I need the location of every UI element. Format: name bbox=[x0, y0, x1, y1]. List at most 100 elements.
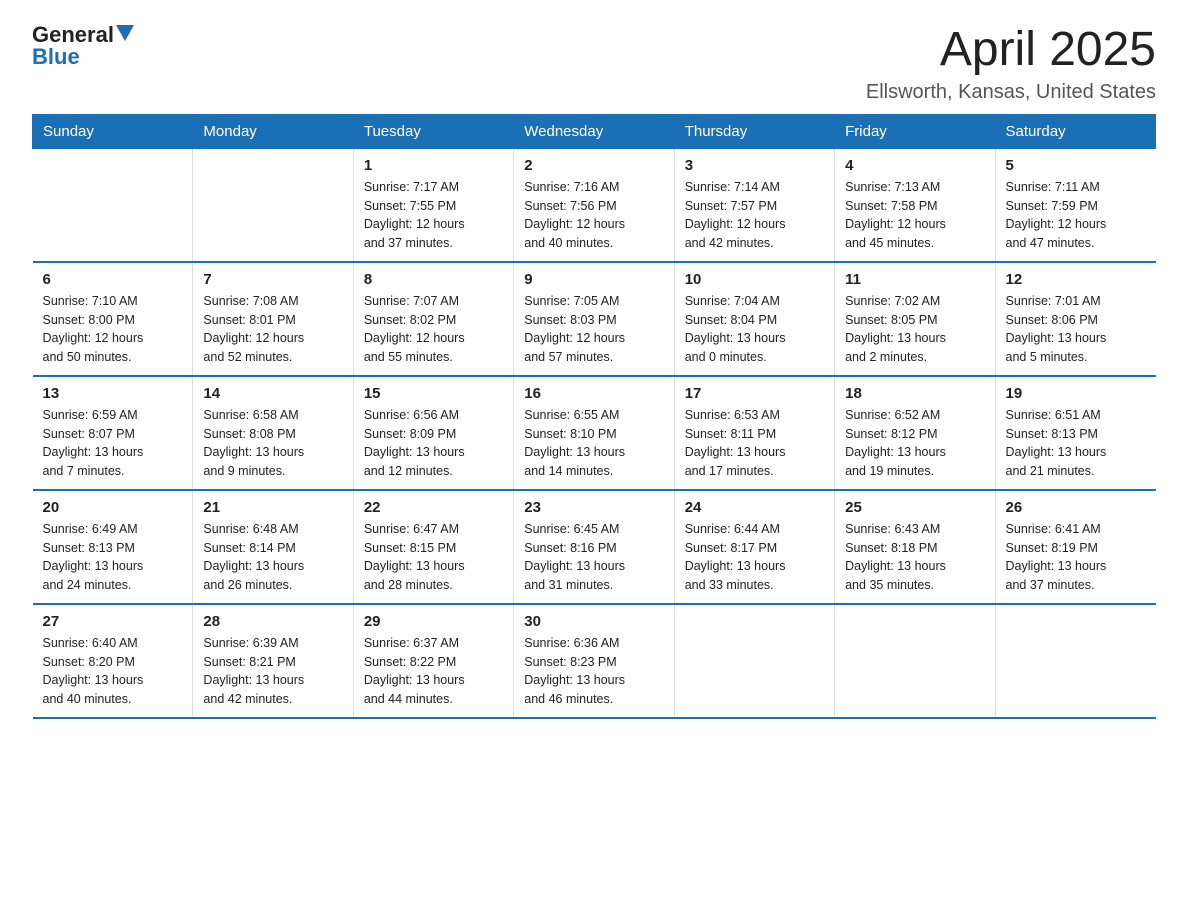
calendar-cell bbox=[33, 148, 193, 262]
day-info: Sunrise: 6:53 AMSunset: 8:11 PMDaylight:… bbox=[685, 406, 824, 481]
day-info: Sunrise: 6:37 AMSunset: 8:22 PMDaylight:… bbox=[364, 634, 503, 709]
calendar-cell: 27Sunrise: 6:40 AMSunset: 8:20 PMDayligh… bbox=[33, 604, 193, 718]
page-title: April 2025 bbox=[866, 24, 1156, 77]
day-number: 7 bbox=[203, 271, 342, 288]
day-number: 14 bbox=[203, 385, 342, 402]
day-info: Sunrise: 7:07 AMSunset: 8:02 PMDaylight:… bbox=[364, 292, 503, 367]
day-info: Sunrise: 6:56 AMSunset: 8:09 PMDaylight:… bbox=[364, 406, 503, 481]
calendar-cell bbox=[193, 148, 353, 262]
calendar-header: SundayMondayTuesdayWednesdayThursdayFrid… bbox=[33, 114, 1156, 148]
day-info: Sunrise: 7:02 AMSunset: 8:05 PMDaylight:… bbox=[845, 292, 984, 367]
day-info: Sunrise: 6:51 AMSunset: 8:13 PMDaylight:… bbox=[1006, 406, 1146, 481]
day-header-wednesday: Wednesday bbox=[514, 114, 674, 148]
calendar-cell: 3Sunrise: 7:14 AMSunset: 7:57 PMDaylight… bbox=[674, 148, 834, 262]
calendar-cell: 12 Sunrise: 7:01 AMSunset: 8:06 PMDayligh… bbox=[995, 262, 1155, 376]
calendar-week-5: 27Sunrise: 6:40 AMSunset: 8:20 PMDayligh… bbox=[33, 604, 1156, 718]
calendar-cell: 29 Sunrise: 6:37 AMSunset: 8:22 PMDayligh… bbox=[353, 604, 513, 718]
logo-triangle-icon bbox=[116, 25, 134, 41]
day-info: Sunrise: 7:14 AMSunset: 7:57 PMDaylight:… bbox=[685, 178, 824, 253]
day-info: Sunrise: 6:36 AMSunset: 8:23 PMDaylight:… bbox=[524, 634, 663, 709]
day-number: 23 bbox=[524, 499, 663, 516]
calendar-cell: 10 Sunrise: 7:04 AMSunset: 8:04 PMDayligh… bbox=[674, 262, 834, 376]
day-info: Sunrise: 7:17 AMSunset: 7:55 PMDaylight:… bbox=[364, 178, 503, 253]
calendar-cell: 13 Sunrise: 6:59 AMSunset: 8:07 PMDayligh… bbox=[33, 376, 193, 490]
day-number: 10 bbox=[685, 271, 824, 288]
calendar-week-3: 13 Sunrise: 6:59 AMSunset: 8:07 PMDayligh… bbox=[33, 376, 1156, 490]
day-number: 24 bbox=[685, 499, 824, 516]
day-number: 12 bbox=[1006, 271, 1146, 288]
day-info: Sunrise: 7:11 AMSunset: 7:59 PMDaylight:… bbox=[1006, 178, 1146, 253]
day-number: 13 bbox=[43, 385, 183, 402]
day-number: 5 bbox=[1006, 157, 1146, 174]
day-info: Sunrise: 6:47 AMSunset: 8:15 PMDaylight:… bbox=[364, 520, 503, 595]
day-number: 18 bbox=[845, 385, 984, 402]
calendar-cell: 5 Sunrise: 7:11 AMSunset: 7:59 PMDaylight… bbox=[995, 148, 1155, 262]
calendar-cell: 2 Sunrise: 7:16 AMSunset: 7:56 PMDaylight… bbox=[514, 148, 674, 262]
title-block: April 2025 Ellsworth, Kansas, United Sta… bbox=[866, 24, 1156, 104]
day-info: Sunrise: 6:58 AMSunset: 8:08 PMDaylight:… bbox=[203, 406, 342, 481]
day-number: 6 bbox=[43, 271, 183, 288]
day-number: 9 bbox=[524, 271, 663, 288]
day-number: 11 bbox=[845, 271, 984, 288]
day-header-thursday: Thursday bbox=[674, 114, 834, 148]
day-number: 1 bbox=[364, 157, 503, 174]
day-header-sunday: Sunday bbox=[33, 114, 193, 148]
day-header-saturday: Saturday bbox=[995, 114, 1155, 148]
calendar-cell: 8 Sunrise: 7:07 AMSunset: 8:02 PMDaylight… bbox=[353, 262, 513, 376]
calendar-cell: 17 Sunrise: 6:53 AMSunset: 8:11 PMDayligh… bbox=[674, 376, 834, 490]
day-number: 2 bbox=[524, 157, 663, 174]
day-number: 26 bbox=[1006, 499, 1146, 516]
day-number: 25 bbox=[845, 499, 984, 516]
calendar-cell: 20 Sunrise: 6:49 AMSunset: 8:13 PMDayligh… bbox=[33, 490, 193, 604]
day-number: 20 bbox=[43, 499, 183, 516]
day-info: Sunrise: 6:52 AMSunset: 8:12 PMDaylight:… bbox=[845, 406, 984, 481]
day-info: Sunrise: 6:59 AMSunset: 8:07 PMDaylight:… bbox=[43, 406, 183, 481]
day-info: Sunrise: 7:16 AMSunset: 7:56 PMDaylight:… bbox=[524, 178, 663, 253]
calendar-cell bbox=[674, 604, 834, 718]
day-info: Sunrise: 6:45 AMSunset: 8:16 PMDaylight:… bbox=[524, 520, 663, 595]
day-info: Sunrise: 7:01 AMSunset: 8:06 PMDaylight:… bbox=[1006, 292, 1146, 367]
logo-blue-text: Blue bbox=[32, 44, 80, 69]
calendar-cell: 25Sunrise: 6:43 AMSunset: 8:18 PMDayligh… bbox=[835, 490, 995, 604]
calendar-cell: 14 Sunrise: 6:58 AMSunset: 8:08 PMDayligh… bbox=[193, 376, 353, 490]
day-number: 4 bbox=[845, 157, 984, 174]
calendar-body: 1 Sunrise: 7:17 AMSunset: 7:55 PMDaylight… bbox=[33, 148, 1156, 718]
calendar-cell: 24 Sunrise: 6:44 AMSunset: 8:17 PMDayligh… bbox=[674, 490, 834, 604]
day-number: 30 bbox=[524, 613, 663, 630]
page-subtitle: Ellsworth, Kansas, United States bbox=[866, 81, 1156, 104]
calendar-cell: 1 Sunrise: 7:17 AMSunset: 7:55 PMDaylight… bbox=[353, 148, 513, 262]
calendar-cell bbox=[835, 604, 995, 718]
calendar-cell: 9 Sunrise: 7:05 AMSunset: 8:03 PMDaylight… bbox=[514, 262, 674, 376]
logo-general-text: General bbox=[32, 24, 114, 46]
calendar-cell: 28Sunrise: 6:39 AMSunset: 8:21 PMDayligh… bbox=[193, 604, 353, 718]
day-info: Sunrise: 6:49 AMSunset: 8:13 PMDaylight:… bbox=[43, 520, 183, 595]
day-number: 19 bbox=[1006, 385, 1146, 402]
calendar-cell: 30 Sunrise: 6:36 AMSunset: 8:23 PMDayligh… bbox=[514, 604, 674, 718]
calendar-week-4: 20 Sunrise: 6:49 AMSunset: 8:13 PMDayligh… bbox=[33, 490, 1156, 604]
day-header-tuesday: Tuesday bbox=[353, 114, 513, 148]
calendar-cell: 21 Sunrise: 6:48 AMSunset: 8:14 PMDayligh… bbox=[193, 490, 353, 604]
day-info: Sunrise: 6:44 AMSunset: 8:17 PMDaylight:… bbox=[685, 520, 824, 595]
day-number: 22 bbox=[364, 499, 503, 516]
calendar-cell: 15 Sunrise: 6:56 AMSunset: 8:09 PMDayligh… bbox=[353, 376, 513, 490]
day-info: Sunrise: 7:13 AMSunset: 7:58 PMDaylight:… bbox=[845, 178, 984, 253]
day-header-monday: Monday bbox=[193, 114, 353, 148]
calendar-cell: 4 Sunrise: 7:13 AMSunset: 7:58 PMDaylight… bbox=[835, 148, 995, 262]
day-info: Sunrise: 6:40 AMSunset: 8:20 PMDaylight:… bbox=[43, 634, 183, 709]
calendar-table: SundayMondayTuesdayWednesdayThursdayFrid… bbox=[32, 114, 1156, 719]
day-number: 16 bbox=[524, 385, 663, 402]
day-number: 8 bbox=[364, 271, 503, 288]
day-info: Sunrise: 7:08 AMSunset: 8:01 PMDaylight:… bbox=[203, 292, 342, 367]
day-info: Sunrise: 6:41 AMSunset: 8:19 PMDaylight:… bbox=[1006, 520, 1146, 595]
day-info: Sunrise: 7:04 AMSunset: 8:04 PMDaylight:… bbox=[685, 292, 824, 367]
day-number: 29 bbox=[364, 613, 503, 630]
page-header: General Blue April 2025 Ellsworth, Kansa… bbox=[32, 24, 1156, 104]
calendar-week-1: 1 Sunrise: 7:17 AMSunset: 7:55 PMDaylight… bbox=[33, 148, 1156, 262]
calendar-cell: 22 Sunrise: 6:47 AMSunset: 8:15 PMDayligh… bbox=[353, 490, 513, 604]
day-number: 15 bbox=[364, 385, 503, 402]
day-info: Sunrise: 6:48 AMSunset: 8:14 PMDaylight:… bbox=[203, 520, 342, 595]
day-number: 17 bbox=[685, 385, 824, 402]
day-number: 21 bbox=[203, 499, 342, 516]
calendar-cell: 11 Sunrise: 7:02 AMSunset: 8:05 PMDayligh… bbox=[835, 262, 995, 376]
day-info: Sunrise: 7:05 AMSunset: 8:03 PMDaylight:… bbox=[524, 292, 663, 367]
